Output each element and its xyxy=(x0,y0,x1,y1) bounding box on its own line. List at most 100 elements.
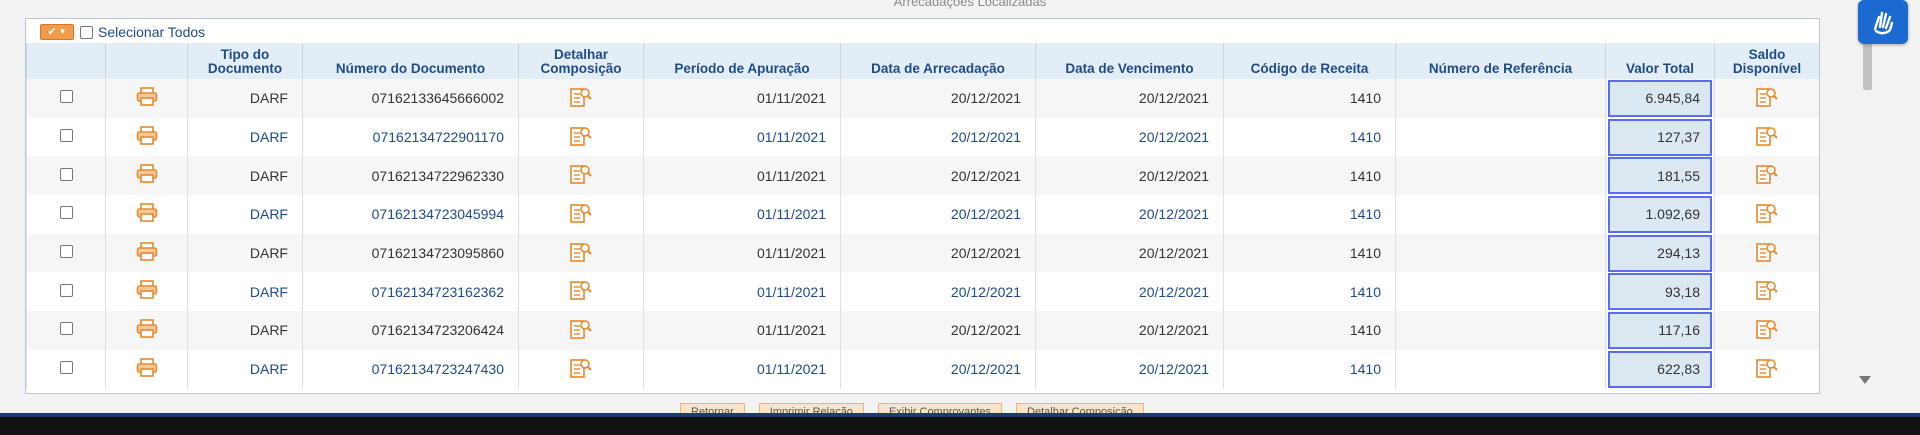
referencia-cell xyxy=(1395,349,1606,389)
valor-total-value[interactable]: 6.945,84 xyxy=(1608,79,1712,117)
document-search-icon[interactable] xyxy=(569,357,593,382)
document-search-icon[interactable] xyxy=(569,279,593,304)
detail-cell xyxy=(518,195,644,234)
printer-icon[interactable] xyxy=(136,357,158,381)
document-search-icon[interactable] xyxy=(569,241,593,266)
document-search-icon[interactable] xyxy=(1755,86,1779,111)
vencimento-cell: 20/12/2021 xyxy=(1035,156,1224,196)
arrecadacao-cell: 20/12/2021 xyxy=(840,79,1036,118)
valor-total-cell: 1.092,69 xyxy=(1605,195,1715,234)
row-checkbox[interactable] xyxy=(59,361,73,375)
document-search-icon[interactable] xyxy=(569,318,593,343)
document-search-icon[interactable] xyxy=(569,86,593,111)
col-numero-documento[interactable]: Número do Documento xyxy=(302,43,519,79)
printer-icon[interactable] xyxy=(136,203,158,226)
referencia-cell xyxy=(1395,156,1606,196)
valor-total-value[interactable]: 1.092,69 xyxy=(1608,195,1712,233)
chevron-down-icon: ▼ xyxy=(58,27,67,36)
valor-total-value[interactable]: 93,18 xyxy=(1608,273,1712,311)
vencimento-cell: 20/12/2021 xyxy=(1035,79,1224,118)
valor-total-cell: 294,13 xyxy=(1605,233,1715,273)
vencimento-cell: 20/12/2021 xyxy=(1035,311,1224,350)
document-search-icon[interactable] xyxy=(1755,125,1779,150)
tipo-cell: DARF xyxy=(187,311,303,350)
printer-icon[interactable] xyxy=(136,241,158,265)
valor-total-value[interactable]: 294,13 xyxy=(1608,234,1712,272)
document-search-icon[interactable] xyxy=(1755,241,1779,266)
select-all-checkbox[interactable] xyxy=(80,25,93,39)
print-cell xyxy=(105,79,188,118)
col-tipo-documento[interactable]: Tipo do Documento xyxy=(187,43,303,79)
table-row: DARF 07162134723045994 01/11/2021 20/12/… xyxy=(26,195,1819,234)
detail-cell xyxy=(518,272,644,312)
row-select-cell xyxy=(26,195,106,234)
referencia-cell xyxy=(1395,79,1606,118)
referencia-cell xyxy=(1395,272,1606,312)
col-valor-total[interactable]: Valor Total xyxy=(1605,43,1715,79)
document-search-icon[interactable] xyxy=(1755,318,1779,343)
document-search-icon[interactable] xyxy=(569,202,593,227)
vencimento-cell: 20/12/2021 xyxy=(1035,272,1224,312)
periodo-cell: 01/11/2021 xyxy=(643,117,841,157)
numero-cell[interactable]: 07162134723095860 xyxy=(302,233,519,273)
document-search-icon[interactable] xyxy=(569,125,593,150)
scroll-down-arrow-icon[interactable] xyxy=(1859,376,1871,384)
numero-cell[interactable]: 07162134722962330 xyxy=(302,156,519,196)
numero-cell[interactable]: 07162134723247430 xyxy=(302,349,519,389)
valor-total-value[interactable]: 622,83 xyxy=(1608,350,1712,388)
row-select-cell xyxy=(26,311,106,350)
valor-total-value[interactable]: 117,16 xyxy=(1608,311,1712,349)
col-data-arrecadacao[interactable]: Data de Arrecadação xyxy=(840,43,1036,79)
document-search-icon[interactable] xyxy=(1755,357,1779,382)
select-menu-button[interactable]: ✔ ▼ xyxy=(40,24,74,40)
col-periodo-apuracao[interactable]: Período de Apuração xyxy=(643,43,841,79)
arrecadacao-cell: 20/12/2021 xyxy=(840,349,1036,389)
select-all-label[interactable]: Selecionar Todos xyxy=(98,24,205,40)
printer-icon[interactable] xyxy=(136,319,158,342)
row-checkbox[interactable] xyxy=(59,129,73,143)
document-search-icon[interactable] xyxy=(1755,163,1779,188)
page-scrollbar[interactable] xyxy=(1856,0,1876,392)
row-checkbox[interactable] xyxy=(59,322,73,336)
document-search-icon[interactable] xyxy=(1755,202,1779,227)
numero-cell[interactable]: 07162134723206424 xyxy=(302,311,519,350)
table-row: DARF 07162134722962330 01/11/2021 20/12/… xyxy=(26,156,1819,196)
detail-cell xyxy=(518,349,644,389)
table-row: DARF 07162133645666002 01/11/2021 20/12/… xyxy=(26,79,1819,118)
saldo-cell xyxy=(1714,349,1819,389)
row-checkbox[interactable] xyxy=(59,206,73,220)
col-print xyxy=(105,43,188,79)
document-search-icon[interactable] xyxy=(1755,279,1779,304)
valor-total-value[interactable]: 127,37 xyxy=(1608,118,1712,156)
periodo-cell: 01/11/2021 xyxy=(643,156,841,196)
printer-icon[interactable] xyxy=(136,280,158,303)
row-select-cell xyxy=(26,79,106,118)
row-checkbox[interactable] xyxy=(59,167,73,181)
col-numero-referencia[interactable]: Número de Referência xyxy=(1395,43,1606,79)
table-body: DARF 07162133645666002 01/11/2021 20/12/… xyxy=(26,79,1819,389)
numero-cell[interactable]: 07162133645666002 xyxy=(302,79,519,118)
codigo-receita-cell: 1410 xyxy=(1223,156,1396,196)
periodo-cell: 01/11/2021 xyxy=(643,195,841,234)
printer-icon[interactable] xyxy=(136,164,158,187)
numero-cell[interactable]: 07162134723162362 xyxy=(302,272,519,312)
table-row: DARF 07162134723247430 01/11/2021 20/12/… xyxy=(26,349,1819,389)
numero-cell[interactable]: 07162134723045994 xyxy=(302,195,519,234)
row-checkbox[interactable] xyxy=(59,283,73,297)
saldo-cell xyxy=(1714,79,1819,118)
col-data-vencimento[interactable]: Data de Vencimento xyxy=(1035,43,1224,79)
printer-icon[interactable] xyxy=(136,87,158,110)
accessibility-button[interactable] xyxy=(1858,0,1908,44)
numero-cell[interactable]: 07162134722901170 xyxy=(302,117,519,157)
arrecadacao-cell: 20/12/2021 xyxy=(840,233,1036,273)
codigo-receita-cell: 1410 xyxy=(1223,311,1396,350)
col-codigo-receita[interactable]: Código de Receita xyxy=(1223,43,1396,79)
printer-icon[interactable] xyxy=(136,125,158,149)
row-checkbox[interactable] xyxy=(59,90,73,104)
codigo-receita-cell: 1410 xyxy=(1223,195,1396,234)
row-select-cell xyxy=(26,233,106,273)
vencimento-cell: 20/12/2021 xyxy=(1035,117,1224,157)
document-search-icon[interactable] xyxy=(569,163,593,188)
valor-total-value[interactable]: 181,55 xyxy=(1608,157,1712,195)
row-checkbox[interactable] xyxy=(59,245,73,259)
